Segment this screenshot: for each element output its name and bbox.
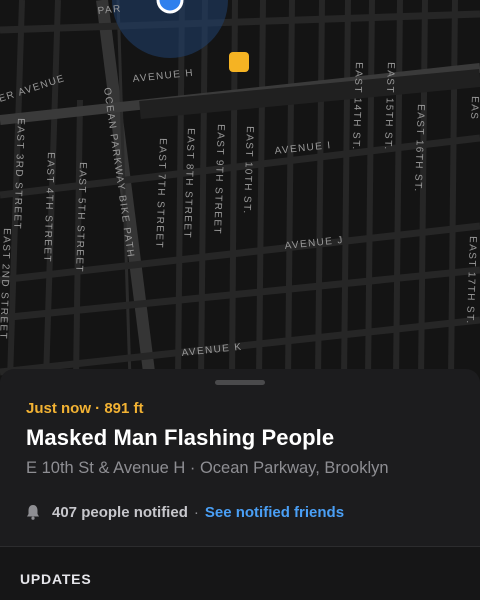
updates-heading: UPDATES (20, 571, 92, 587)
see-notified-friends-link[interactable]: See notified friends (205, 504, 344, 521)
sheet-drag-handle[interactable] (215, 380, 265, 385)
bell-icon (27, 505, 39, 520)
incident-title: Masked Man Flashing People (26, 425, 335, 450)
incident-sheet: Just now · 891 ft Masked Man Flashing Pe… (0, 369, 480, 600)
notified-row: 407 people notified · See notified frien… (26, 502, 344, 522)
notified-count: 407 people notified (52, 503, 188, 521)
incident-location: E 10th St & Avenue H · Ocean Parkway, Br… (26, 459, 389, 477)
notified-separator: · (193, 503, 199, 521)
street-label-eas: EAS (468, 96, 480, 121)
incident-map-marker[interactable] (229, 52, 249, 72)
incident-meta: Just now · 891 ft (26, 400, 144, 417)
